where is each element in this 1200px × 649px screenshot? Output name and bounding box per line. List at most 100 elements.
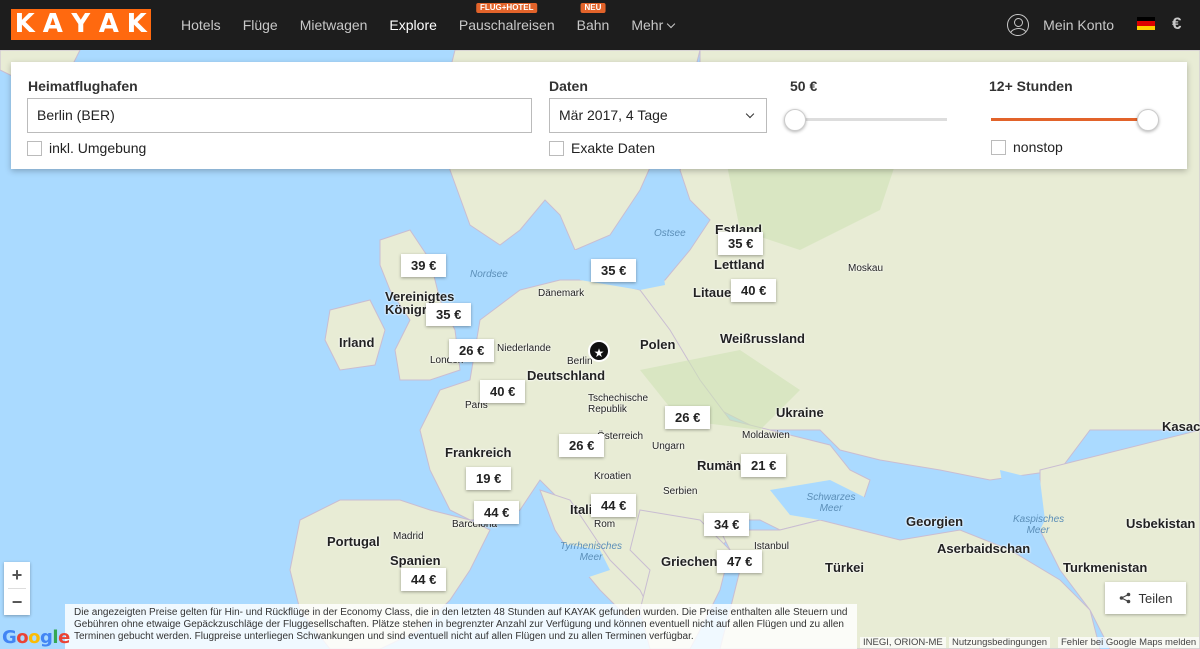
nav-label: Pauschalreisen — [458, 17, 555, 33]
explore-search-panel: Heimatflughafen Berlin (BER) inkl. Umgeb… — [11, 62, 1187, 169]
kayak-logo[interactable]: K A Y A K — [11, 9, 151, 40]
price-marker[interactable]: 44 € — [591, 494, 637, 517]
nav-label: Flüge — [242, 17, 278, 33]
price-marker[interactable]: 40 € — [480, 380, 526, 403]
map-label-tschechien: Tschechische Republik — [588, 393, 649, 415]
price-marker[interactable]: 39 € — [401, 254, 447, 277]
logo-letter: A — [39, 9, 67, 40]
map-label-turkmenistan: Turkmenistan — [1063, 560, 1148, 575]
checkbox-label: Exakte Daten — [571, 140, 656, 156]
user-icon — [1007, 14, 1030, 36]
checkbox-box — [27, 140, 42, 156]
map-label-kroatien: Kroatien — [594, 471, 632, 482]
map-label-nordsee: Nordsee — [470, 269, 508, 280]
nonstop-checkbox[interactable]: nonstop — [991, 139, 1063, 155]
map-label-weissrussland: Weißrussland — [720, 331, 806, 346]
map-label-tyrrhenisches-meer: Tyrrhenisches Meer — [559, 541, 623, 563]
price-marker[interactable]: 35 € — [591, 259, 637, 282]
currency-selector[interactable]: € — [1172, 14, 1181, 34]
account-button[interactable]: Mein Konto — [1007, 0, 1114, 50]
price-marker[interactable]: 26 € — [449, 339, 495, 362]
price-marker[interactable]: 26 € — [665, 406, 711, 429]
checkbox-box — [991, 139, 1006, 155]
price-marker[interactable]: 44 € — [401, 568, 447, 591]
top-navigation-bar: K A Y A K Hotels Flüge Mietwagen Explore… — [0, 0, 1200, 50]
map-label-spanien: Spanien — [390, 553, 441, 568]
price-marker[interactable]: 47 € — [717, 550, 763, 573]
checkbox-label: inkl. Umgebung — [49, 140, 147, 156]
price-disclaimer: Die angezeigten Preise gelten für Hin- u… — [65, 604, 857, 649]
price-marker[interactable]: 35 € — [426, 303, 472, 326]
google-logo: Google — [2, 627, 70, 648]
map-label-frankreich: Frankreich — [445, 445, 512, 460]
home-airport-star-icon[interactable]: ★ — [588, 340, 610, 362]
duration-slider-handle[interactable] — [1137, 109, 1159, 131]
home-airport-input[interactable]: Berlin (BER) — [27, 98, 532, 133]
german-flag-icon[interactable] — [1137, 17, 1155, 30]
map-label-usbekistan: Usbekistan — [1126, 516, 1196, 531]
nav-label: Bahn — [576, 17, 610, 33]
nav-item-fluege[interactable]: Flüge — [232, 0, 289, 50]
map-label-aserbaidschan: Aserbaidschan — [937, 541, 1031, 556]
nearby-airports-checkbox[interactable]: inkl. Umgebung — [27, 140, 146, 156]
price-marker[interactable]: 21 € — [741, 454, 787, 477]
nav-label: Explore — [389, 17, 437, 33]
map-label-deutschland: Deutschland — [527, 368, 606, 383]
map-label-lettland: Lettland — [714, 257, 765, 272]
logo-letter: K — [123, 9, 151, 40]
map-label-irland: Irland — [339, 335, 375, 350]
map-label-berlin: Berlin — [567, 356, 593, 367]
logo-letter: A — [95, 9, 123, 40]
price-marker[interactable]: 34 € — [704, 513, 750, 536]
map-label-moskau: Moskau — [848, 263, 884, 274]
map-label-niederlande: Niederlande — [497, 343, 551, 354]
price-marker[interactable]: 19 € — [466, 467, 512, 490]
nav-item-bahn[interactable]: NEU Bahn — [566, 0, 621, 50]
checkbox-label: nonstop — [1013, 139, 1063, 155]
flug-hotel-badge: FLUG+HOTEL — [475, 3, 538, 13]
map-label-polen: Polen — [640, 337, 676, 352]
map-label-moldawien: Moldawien — [742, 430, 790, 441]
share-button[interactable]: Teilen — [1105, 582, 1186, 614]
map-label-serbien: Serbien — [663, 486, 698, 497]
price-marker[interactable]: 44 € — [474, 501, 520, 524]
map-label-schwarzes-meer: Schwarzes Meer — [806, 492, 856, 514]
dates-label: Daten — [549, 78, 588, 94]
price-marker[interactable]: 40 € — [731, 279, 777, 302]
nav-item-mietwagen[interactable]: Mietwagen — [289, 0, 379, 50]
chevron-down-icon — [666, 19, 676, 29]
price-slider-track[interactable] — [794, 118, 947, 121]
price-slider-handle[interactable] — [784, 109, 806, 131]
zoom-control: + − — [4, 562, 30, 615]
duration-slider-fill — [991, 118, 1146, 121]
home-airport-label: Heimatflughafen — [28, 78, 138, 94]
nav-item-pauschalreisen[interactable]: FLUG+HOTEL Pauschalreisen — [448, 0, 566, 50]
share-label: Teilen — [1138, 590, 1173, 606]
nav-item-hotels[interactable]: Hotels — [170, 0, 232, 50]
max-price-label: 50 € — [790, 78, 818, 94]
duration-slider-track[interactable] — [991, 118, 1146, 121]
nav-item-explore[interactable]: Explore — [378, 0, 447, 50]
map-label-kaspisches-meer: Kaspisches Meer — [1013, 514, 1065, 536]
dates-select[interactable]: Mär 2017, 4 Tage — [549, 98, 767, 133]
price-marker[interactable]: 26 € — [559, 434, 605, 457]
flag-stripe — [1137, 25, 1155, 30]
map-label-ostsee: Ostsee — [654, 228, 686, 239]
price-marker[interactable]: 35 € — [718, 232, 764, 255]
terms-link[interactable]: Nutzungsbedingungen — [949, 637, 1051, 648]
flight-duration-label: 12+ Stunden — [989, 78, 1073, 94]
share-icon — [1119, 592, 1130, 604]
nav-label: Mehr — [631, 17, 664, 33]
map-credits: INEGI, ORION-ME — [860, 637, 946, 648]
exact-dates-checkbox[interactable]: Exakte Daten — [549, 140, 655, 156]
report-error-link[interactable]: Fehler bei Google Maps melden — [1058, 637, 1200, 648]
map-label-ukraine: Ukraine — [776, 405, 824, 420]
dates-value: Mär 2017, 4 Tage — [559, 107, 668, 123]
map-label-kasachstan: Kasachstan — [1162, 419, 1200, 434]
nav-item-mehr[interactable]: Mehr — [620, 0, 685, 50]
map-label-tuerkei: Türkei — [825, 560, 865, 575]
zoom-out-button[interactable]: − — [4, 589, 30, 615]
map-label-rom: Rom — [594, 519, 616, 530]
zoom-in-button[interactable]: + — [4, 562, 30, 588]
map-label-madrid: Madrid — [393, 531, 424, 542]
